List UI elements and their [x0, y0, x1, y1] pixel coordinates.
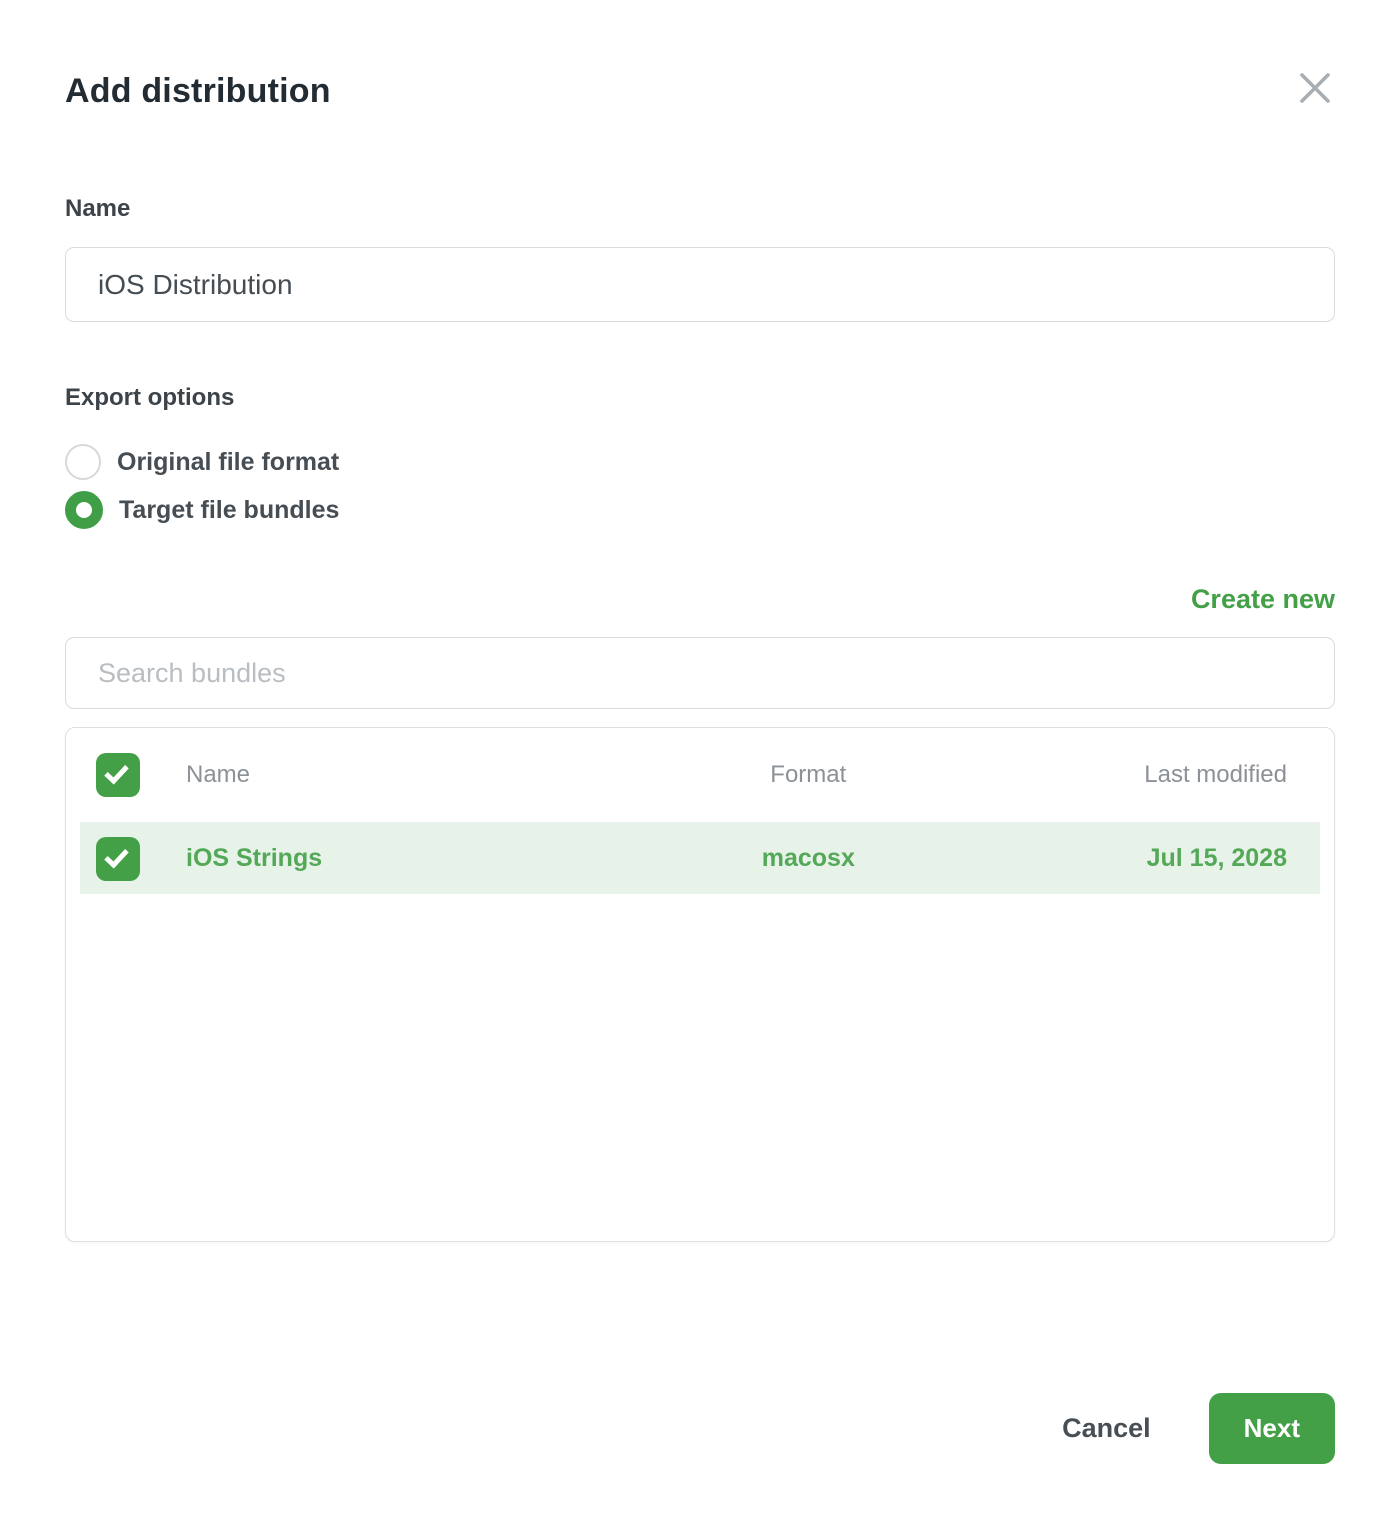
add-distribution-dialog: Add distribution Name Export options Ori…	[0, 0, 1400, 1464]
radio-original-file-format[interactable]: Original file format	[65, 438, 1335, 486]
radio-target-file-bundles[interactable]: Target file bundles	[65, 486, 1335, 534]
name-label: Name	[65, 195, 1335, 223]
name-input[interactable]	[65, 247, 1335, 322]
export-options-label: Export options	[65, 384, 1335, 412]
check-icon	[104, 843, 129, 868]
check-icon	[104, 760, 129, 785]
dialog-header: Add distribution	[65, 72, 1335, 111]
search-input[interactable]	[65, 637, 1335, 709]
column-header-last-modified: Last modified	[968, 761, 1287, 789]
table-header-row: Name Format Last modified	[80, 728, 1320, 823]
row-last-modified: Jul 15, 2028	[968, 844, 1287, 873]
column-header-name: Name	[186, 761, 649, 789]
create-new-wrap: Create new	[65, 584, 1335, 615]
radio-selected-icon	[65, 491, 103, 529]
cancel-button[interactable]: Cancel	[1062, 1413, 1151, 1444]
radio-label: Original file format	[117, 448, 339, 477]
row-format: macosx	[649, 844, 968, 873]
export-options-group: Original file format Target file bundles	[65, 438, 1335, 534]
select-all-checkbox[interactable]	[96, 753, 140, 797]
row-checkbox-cell	[96, 837, 186, 881]
close-icon[interactable]	[1295, 68, 1335, 108]
table-row[interactable]: iOS Strings macosx Jul 15, 2028	[80, 823, 1320, 894]
row-checkbox[interactable]	[96, 837, 140, 881]
dialog-footer: Cancel Next	[65, 1393, 1335, 1464]
column-header-format: Format	[649, 761, 968, 789]
bundle-table: Name Format Last modified iOS Strings ma…	[65, 727, 1335, 1242]
row-name: iOS Strings	[186, 844, 649, 873]
next-button[interactable]: Next	[1209, 1393, 1335, 1464]
radio-label: Target file bundles	[119, 496, 339, 525]
select-all-cell	[96, 753, 186, 797]
radio-unselected-icon	[65, 444, 101, 480]
create-new-link[interactable]: Create new	[1191, 584, 1335, 614]
page-title: Add distribution	[65, 72, 331, 111]
